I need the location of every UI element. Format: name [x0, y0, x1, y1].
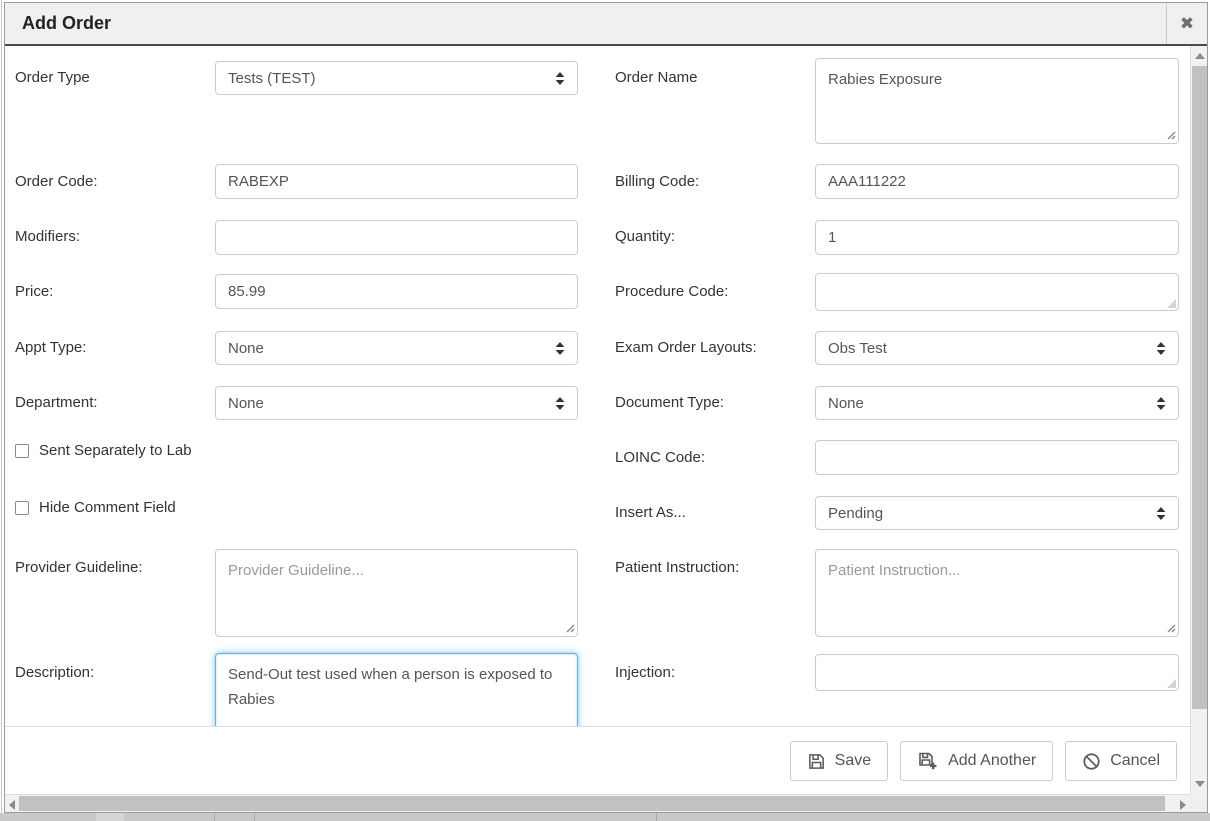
procedure-code-wrap: [815, 273, 1179, 311]
hide-comment-label: Hide Comment Field: [39, 499, 176, 516]
add-order-dialog: Add Order ✖ Order Type Tests (TEST) Orde…: [4, 2, 1208, 813]
order-code-label: Order Code:: [15, 173, 98, 190]
sent-separately-checkbox-row[interactable]: Sent Separately to Lab: [15, 442, 192, 459]
patient-instruction-wrap: [815, 549, 1179, 637]
dialog-footer: Save Add Another Cancel: [5, 726, 1190, 794]
patient-instruction-label: Patient Instruction:: [615, 559, 739, 576]
save-button[interactable]: Save: [790, 741, 888, 781]
quantity-input[interactable]: [815, 220, 1179, 255]
order-name-label: Order Name: [615, 69, 698, 86]
exam-order-layouts-value: Obs Test: [828, 340, 887, 357]
select-caret-icon: [555, 341, 565, 356]
scroll-up-icon[interactable]: [1195, 53, 1205, 59]
appt-type-value: None: [228, 340, 264, 357]
order-type-select[interactable]: Tests (TEST): [215, 61, 578, 95]
hide-comment-checkbox-row[interactable]: Hide Comment Field: [15, 499, 176, 516]
sent-separately-checkbox[interactable]: [15, 444, 29, 458]
add-another-icon: [917, 751, 939, 771]
save-icon: [807, 752, 826, 771]
price-label: Price:: [15, 283, 53, 300]
description-label: Description:: [15, 664, 94, 681]
price-input[interactable]: [215, 274, 578, 309]
provider-guideline-textarea[interactable]: [215, 549, 578, 637]
dialog-body: Order Type Tests (TEST) Order Name Rabie…: [5, 46, 1190, 794]
select-caret-icon: [1156, 341, 1166, 356]
select-caret-icon: [555, 396, 565, 411]
injection-wrap: [815, 654, 1179, 691]
scroll-down-icon[interactable]: [1195, 781, 1205, 787]
modifiers-label: Modifiers:: [15, 228, 80, 245]
order-name-textarea[interactable]: Rabies Exposure: [815, 58, 1179, 144]
insert-as-select[interactable]: Pending: [815, 496, 1179, 530]
add-another-button-label: Add Another: [948, 752, 1036, 770]
dialog-header: Add Order ✖: [5, 3, 1207, 46]
horizontal-scrollbar[interactable]: [5, 794, 1190, 812]
injection-label: Injection:: [615, 664, 675, 681]
background-page-strip: [0, 813, 1210, 821]
exam-order-layouts-select[interactable]: Obs Test: [815, 331, 1179, 365]
scrollbar-corner: [1190, 794, 1207, 812]
cancel-button-label: Cancel: [1110, 752, 1160, 770]
cancel-button[interactable]: Cancel: [1065, 741, 1177, 781]
horizontal-scrollbar-thumb[interactable]: [19, 796, 1165, 811]
exam-order-layouts-label: Exam Order Layouts:: [615, 339, 757, 356]
provider-guideline-label: Provider Guideline:: [15, 559, 143, 576]
injection-textarea[interactable]: [815, 654, 1179, 691]
save-button-label: Save: [835, 752, 871, 770]
loinc-code-label: LOINC Code:: [615, 449, 705, 466]
page-edge-line: [1, 0, 2, 821]
select-caret-icon: [555, 71, 565, 86]
dialog-title: Add Order: [22, 3, 111, 44]
billing-code-label: Billing Code:: [615, 173, 699, 190]
appt-type-select[interactable]: None: [215, 331, 578, 365]
document-type-label: Document Type:: [615, 394, 724, 411]
close-icon: ✖: [1180, 14, 1194, 34]
background-table-line: [254, 813, 255, 821]
sent-separately-label: Sent Separately to Lab: [39, 442, 192, 459]
department-label: Department:: [15, 394, 98, 411]
document-type-select[interactable]: None: [815, 386, 1179, 420]
cancel-icon: [1082, 752, 1101, 771]
vertical-scrollbar-thumb[interactable]: [1192, 66, 1207, 709]
select-caret-icon: [1156, 506, 1166, 521]
vertical-scrollbar[interactable]: [1190, 46, 1207, 794]
department-value: None: [228, 395, 264, 412]
procedure-code-label: Procedure Code:: [615, 283, 728, 300]
scroll-right-icon[interactable]: [1180, 800, 1186, 810]
department-select[interactable]: None: [215, 386, 578, 420]
background-table-line: [214, 813, 215, 821]
insert-as-value: Pending: [828, 505, 883, 522]
insert-as-label: Insert As...: [615, 504, 686, 521]
procedure-code-textarea[interactable]: [815, 273, 1179, 311]
patient-instruction-textarea[interactable]: [815, 549, 1179, 637]
hide-comment-checkbox[interactable]: [15, 501, 29, 515]
document-type-value: None: [828, 395, 864, 412]
order-name-wrap: Rabies Exposure: [815, 58, 1179, 144]
select-caret-icon: [1156, 396, 1166, 411]
close-button[interactable]: ✖: [1166, 3, 1207, 44]
appt-type-label: Appt Type:: [15, 339, 86, 356]
provider-guideline-wrap: [215, 549, 578, 637]
add-another-button[interactable]: Add Another: [900, 741, 1053, 781]
background-table-cell: [96, 813, 124, 821]
scroll-left-icon[interactable]: [9, 800, 15, 810]
order-code-input[interactable]: [215, 164, 578, 199]
loinc-code-input[interactable]: [815, 440, 1179, 475]
order-type-label: Order Type: [15, 69, 90, 86]
order-type-value: Tests (TEST): [228, 70, 316, 87]
modifiers-input[interactable]: [215, 220, 578, 255]
background-table-line: [656, 813, 657, 821]
billing-code-input[interactable]: [815, 164, 1179, 199]
quantity-label: Quantity:: [615, 228, 675, 245]
